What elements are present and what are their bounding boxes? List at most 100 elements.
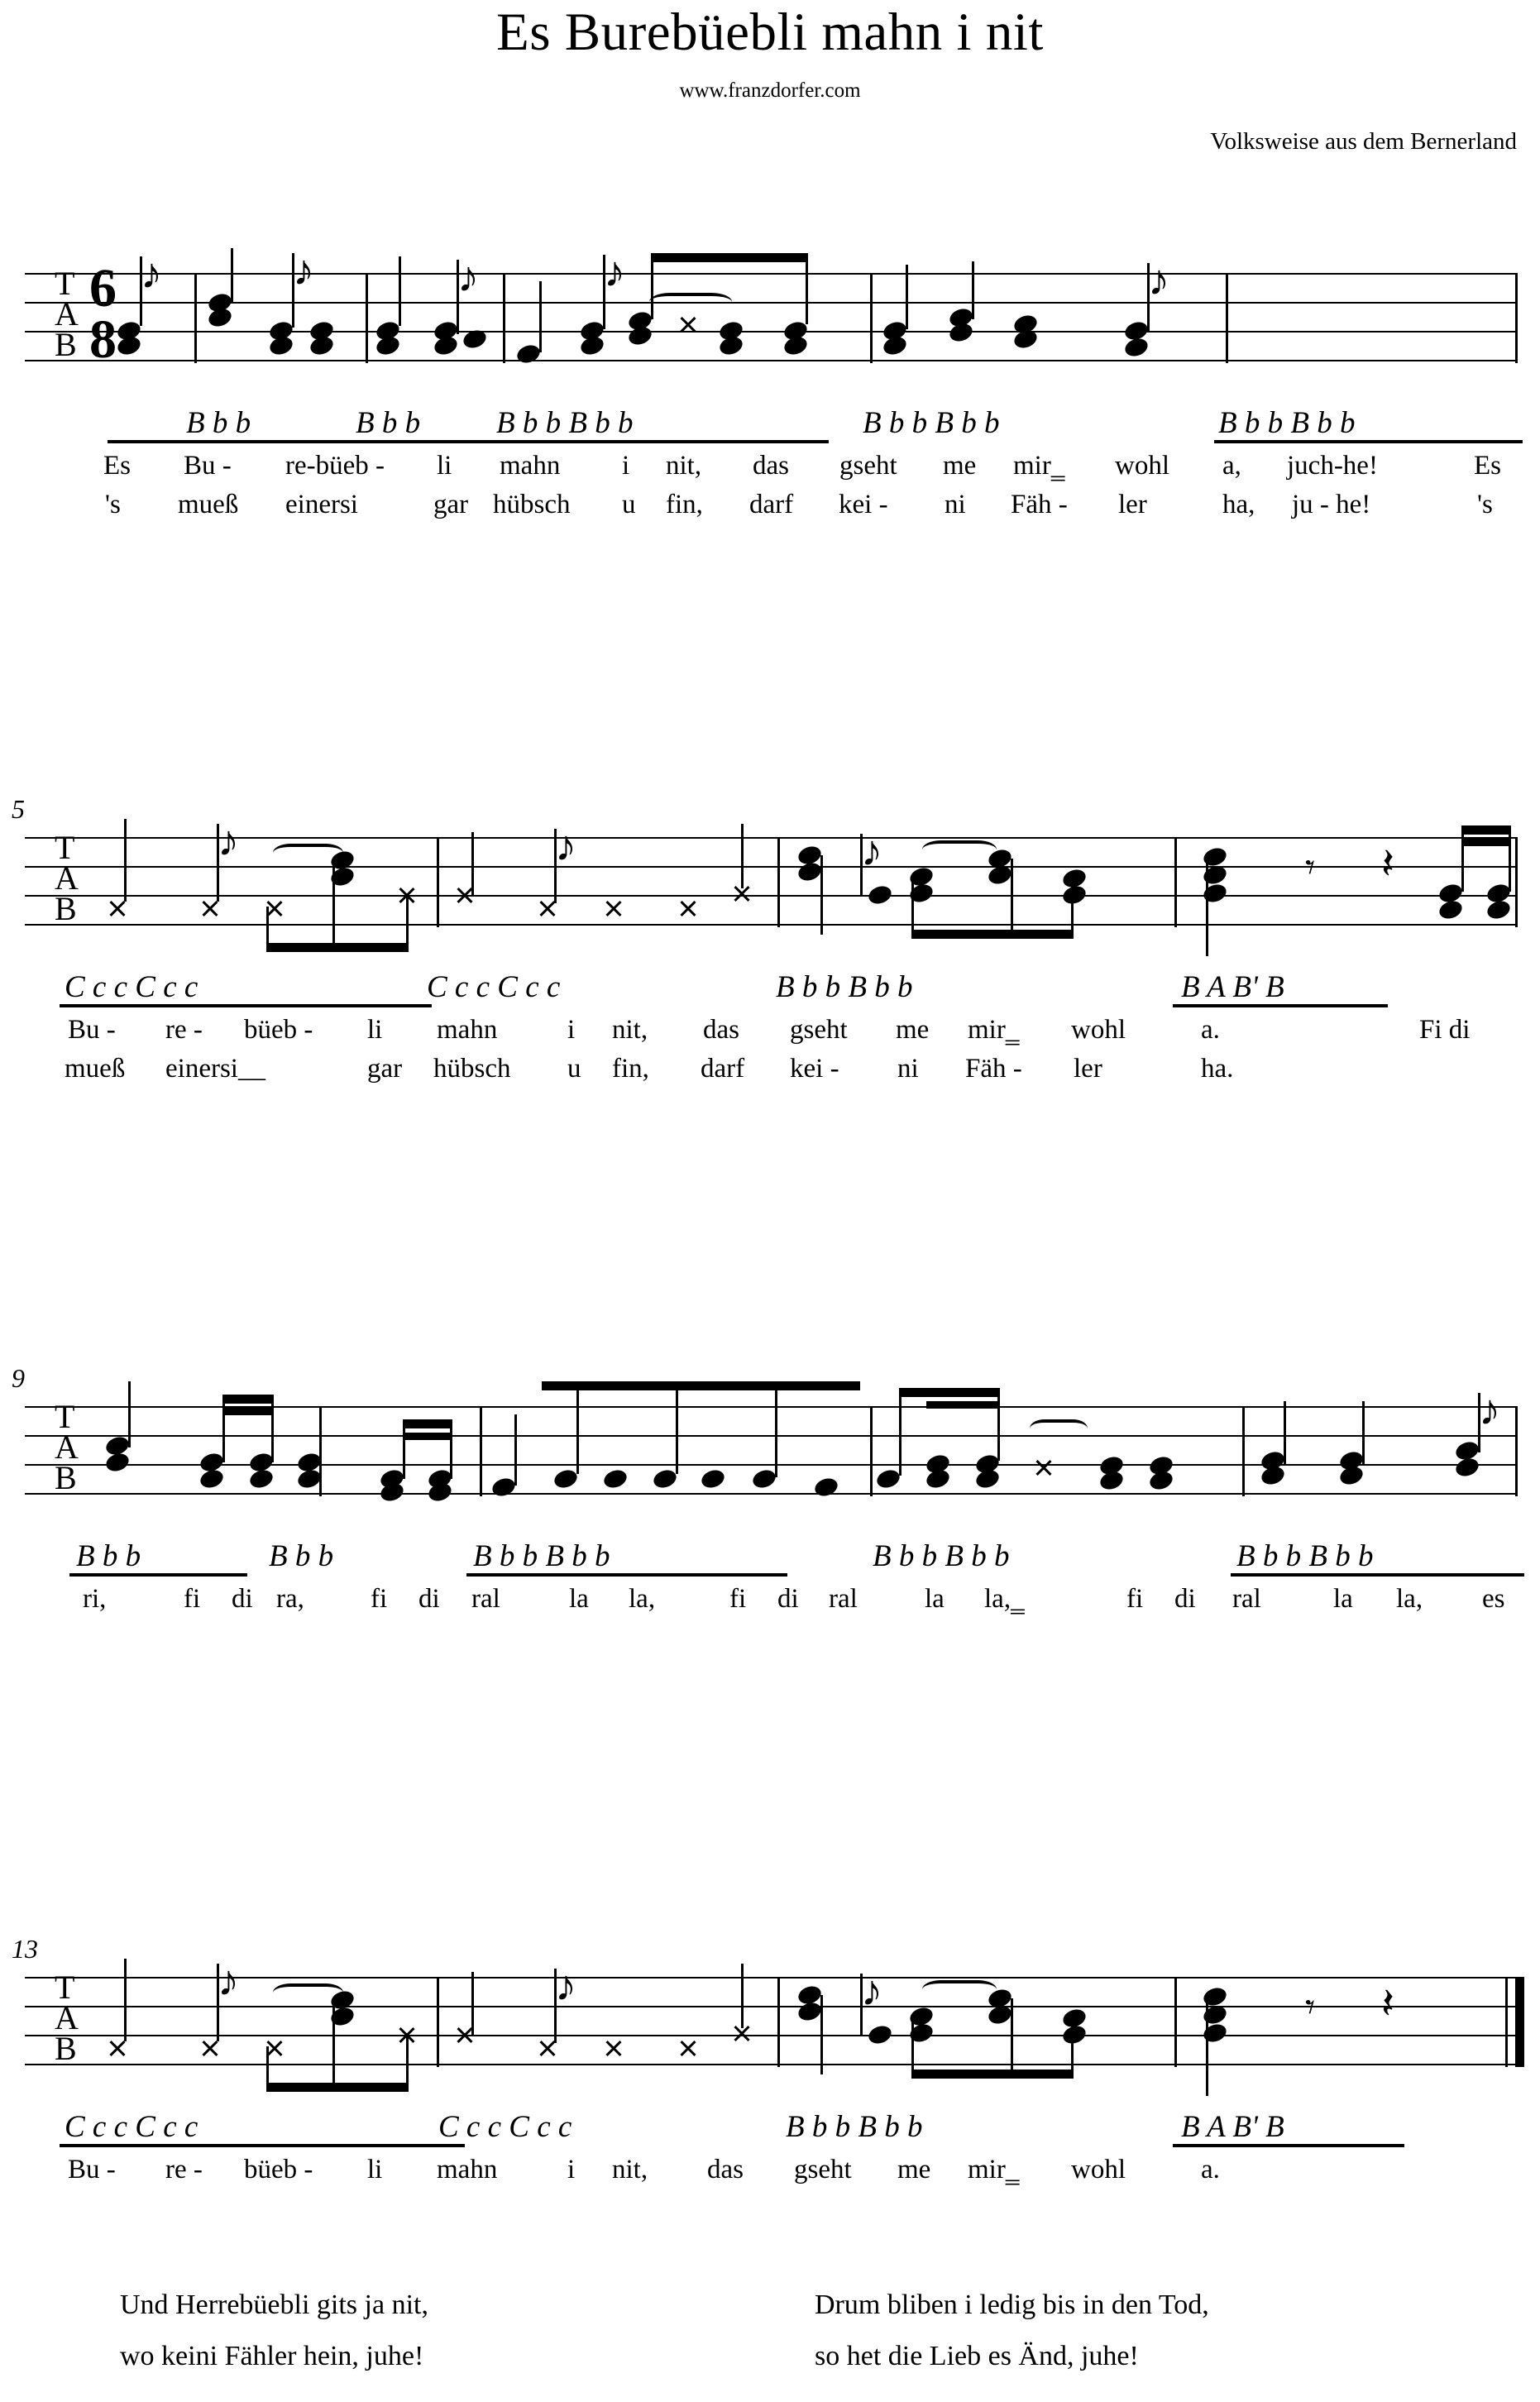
- chord-group: B b b B b b: [873, 1539, 1010, 1573]
- tab-staff-4: T A B ♪ ♪ ♪ 𝄾 𝄽: [25, 1959, 1524, 2096]
- lyric-word: gar: [433, 490, 469, 519]
- final-barline-thick: [1515, 1977, 1524, 2067]
- lyric-word: 's: [105, 490, 121, 519]
- notehead: [1122, 335, 1150, 360]
- staff-line: [25, 302, 1518, 304]
- stem: [1362, 1401, 1365, 1464]
- x-notehead: [604, 898, 624, 918]
- lyric-word: la,‗: [984, 1584, 1025, 1614]
- lyric-word: Bu -: [68, 2155, 116, 2184]
- lyric-word: me: [897, 2155, 931, 2184]
- lyric-word: gseht: [794, 2155, 852, 2184]
- barline: [1515, 837, 1518, 927]
- beam: [403, 1419, 452, 1428]
- verse-line: so het die Lieb es Änd, juhe!: [815, 2341, 1139, 2371]
- notehead: [103, 1450, 132, 1475]
- barline: [777, 1977, 780, 2067]
- notehead: [198, 1467, 226, 1491]
- stem: [1011, 1998, 1013, 2074]
- chord-underline: [1214, 440, 1523, 443]
- barline: [503, 273, 505, 363]
- barline: [319, 1406, 322, 1496]
- lyric-word: es: [1482, 1584, 1505, 1614]
- tab-clef: T A B: [55, 831, 79, 927]
- notehead: [651, 1467, 679, 1491]
- lyric-word: Bu -: [68, 1015, 116, 1045]
- staff-line: [25, 273, 1518, 275]
- stem: [676, 1381, 678, 1474]
- chord-group: B b b: [76, 1539, 141, 1573]
- lyric-word: ha.: [1201, 1054, 1234, 1084]
- tab-clef-letter-a: A: [55, 295, 79, 333]
- lyric-word: a.: [1201, 1015, 1220, 1045]
- tab-clef-letter-b: B: [55, 890, 77, 927]
- lyric-word: büeb -: [244, 2155, 313, 2184]
- lyric-word: wohl: [1071, 1015, 1126, 1045]
- verse-column-left: Und Herrebüebli gits ja nit, wo keini Fä…: [120, 2280, 428, 2382]
- stem: [820, 1995, 823, 2074]
- lyric-word: ra,: [276, 1584, 304, 1614]
- barline: [1242, 1406, 1245, 1496]
- tie: [922, 840, 997, 859]
- tab-clef: T A B: [55, 267, 79, 361]
- staff-line: [25, 895, 1518, 897]
- final-barline-thin: [1505, 1977, 1508, 2067]
- staff-line: [25, 2006, 1518, 2007]
- chord-underline: [108, 440, 829, 443]
- barline: [777, 837, 780, 927]
- lyric-word: i: [567, 1015, 576, 1045]
- stem: [775, 1385, 777, 1477]
- lyric-word: ral: [1232, 1584, 1261, 1614]
- barline: [437, 837, 439, 927]
- beam: [899, 1388, 1000, 1397]
- beam: [651, 253, 808, 262]
- lyric-word: mueß: [65, 1054, 126, 1084]
- stem: [332, 2000, 335, 2087]
- bass-chord-row-1: B b b B b b B b b B b b B b b B b b B b …: [0, 405, 1540, 447]
- barline: [366, 273, 368, 363]
- chord-underline: [60, 1004, 432, 1007]
- lyric-word: ler: [1118, 490, 1147, 519]
- notehead: [1060, 2022, 1088, 2047]
- chord-group: B b b B b b: [1218, 406, 1356, 440]
- notehead: [866, 2022, 894, 2047]
- lyric-word: nit,: [666, 451, 702, 481]
- stem: [332, 860, 335, 947]
- x-notehead: [678, 314, 698, 334]
- quarter-rest: 𝄽: [1381, 1981, 1394, 2028]
- staff-line: [25, 331, 1518, 333]
- measure-number: 9: [12, 1363, 25, 1393]
- lyric-word: di: [418, 1584, 440, 1614]
- lyric-word: hübsch: [433, 1054, 511, 1084]
- lyric-word: re-büeb -: [285, 451, 385, 481]
- lyric-word: kei -: [790, 1054, 839, 1084]
- beam: [911, 930, 1074, 939]
- notehead: [796, 859, 824, 884]
- lyric-word: ri,: [83, 1584, 107, 1614]
- chord-group: C c c C c c: [65, 2110, 198, 2144]
- lyric-word: a,: [1222, 451, 1241, 481]
- lyrics-verse-1-line: ri, fi di ra, fi di ral la la, fi di ral…: [0, 1584, 1540, 1622]
- chord-underline: [1231, 1573, 1524, 1577]
- lyric-word: mueß: [178, 490, 239, 519]
- beam: [266, 943, 409, 952]
- lyric-word: einersi__: [165, 1054, 265, 1084]
- notehead: [601, 1467, 629, 1491]
- staff-line: [25, 360, 1518, 361]
- lyric-word: fi: [184, 1584, 201, 1614]
- chord-underline: [466, 1573, 787, 1577]
- bass-chord-row-2: C c c C c c C c c C c c B b b B b b B A …: [0, 969, 1540, 1011]
- lyric-word: gseht: [790, 1015, 848, 1045]
- stem: [651, 253, 653, 319]
- lyric-word: me: [896, 1015, 930, 1045]
- barline: [194, 273, 197, 363]
- chord-group: B b b B b b: [496, 406, 634, 440]
- lyric-word: gseht: [839, 451, 897, 481]
- tab-staff-3: T A B ♪: [25, 1381, 1518, 1505]
- lyric-word: mahn: [500, 451, 561, 481]
- lyric-word: gar: [367, 1054, 403, 1084]
- beam: [911, 2069, 1074, 2079]
- beam: [266, 2083, 409, 2092]
- stem: [1206, 1997, 1208, 2096]
- barline: [1174, 837, 1177, 927]
